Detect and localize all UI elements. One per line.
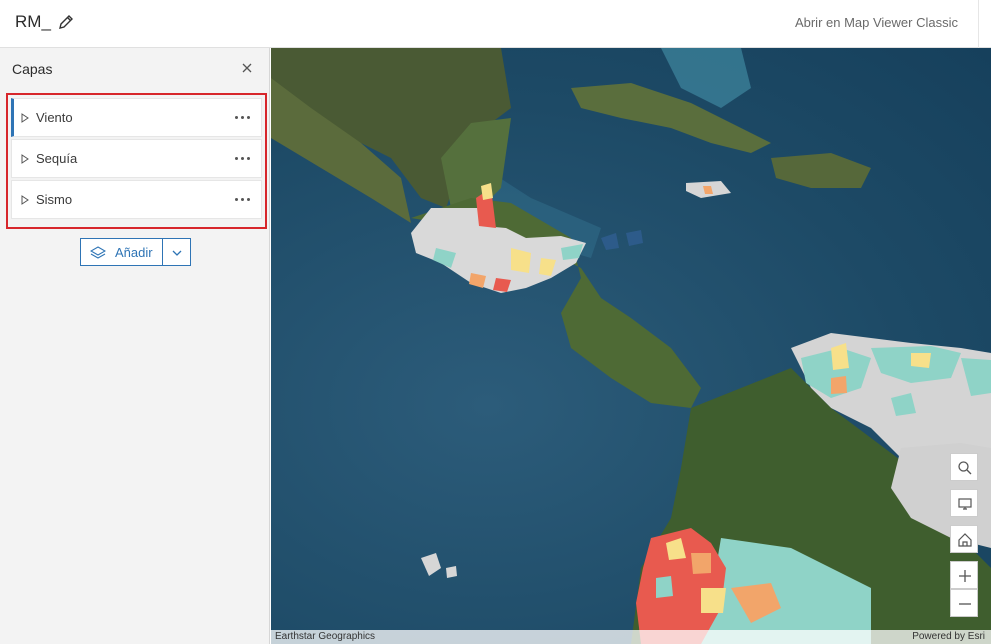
caret-right-icon[interactable] <box>21 154 29 164</box>
monitor-icon <box>958 498 972 510</box>
zoom-out-icon <box>959 603 971 605</box>
layers-icon <box>90 246 106 259</box>
add-layer-group: Añadir <box>80 238 191 266</box>
screen-button[interactable] <box>950 489 978 517</box>
attribution-source[interactable]: Earthstar Geographics <box>275 631 375 642</box>
add-layer-dropdown[interactable] <box>163 238 191 266</box>
pencil-icon[interactable] <box>57 13 75 31</box>
home-button[interactable] <box>950 525 978 553</box>
panel-title: Capas <box>12 61 53 77</box>
zoom-in-button[interactable] <box>950 561 978 589</box>
search-button[interactable] <box>950 453 978 481</box>
more-options-icon[interactable] <box>233 151 251 165</box>
layer-list: Viento Sequía Sismo <box>6 93 267 229</box>
open-classic-link[interactable]: Abrir en Map Viewer Classic <box>795 15 958 30</box>
chevron-down-icon <box>172 250 182 256</box>
caret-right-icon[interactable] <box>21 113 29 123</box>
header-divider <box>978 0 979 48</box>
more-options-icon[interactable] <box>233 192 251 206</box>
caret-right-icon[interactable] <box>21 195 29 205</box>
map-title: RM_ <box>15 12 51 31</box>
close-icon[interactable] <box>241 62 253 74</box>
layer-label: Sequía <box>36 151 78 166</box>
search-icon <box>958 461 972 475</box>
app-header: RM_ Abrir en Map Viewer Classic <box>0 0 991 48</box>
layer-item-sequia[interactable]: Sequía <box>11 139 262 178</box>
panel-header: Capas <box>0 48 269 90</box>
zoom-out-button[interactable] <box>950 589 978 617</box>
layer-item-sismo[interactable]: Sismo <box>11 180 262 219</box>
attribution-powered[interactable]: Powered by Esri <box>912 631 985 642</box>
add-layer-button[interactable]: Añadir <box>80 238 163 266</box>
map-tools <box>950 453 978 617</box>
layer-label: Viento <box>36 110 73 125</box>
layer-item-viento[interactable]: Viento <box>11 98 262 137</box>
map-view[interactable]: Earthstar Geographics Powered by Esri <box>271 48 991 644</box>
layers-panel: Capas Viento Sequía Sismo Añadir <box>0 48 270 644</box>
map-attribution: Earthstar Geographics Powered by Esri <box>271 630 991 644</box>
home-icon <box>958 533 972 547</box>
zoom-in-icon <box>959 570 971 582</box>
add-layer-label: Añadir <box>115 245 153 260</box>
satellite-basemap[interactable] <box>271 48 991 644</box>
layer-label: Sismo <box>36 192 73 207</box>
more-options-icon[interactable] <box>233 110 251 124</box>
